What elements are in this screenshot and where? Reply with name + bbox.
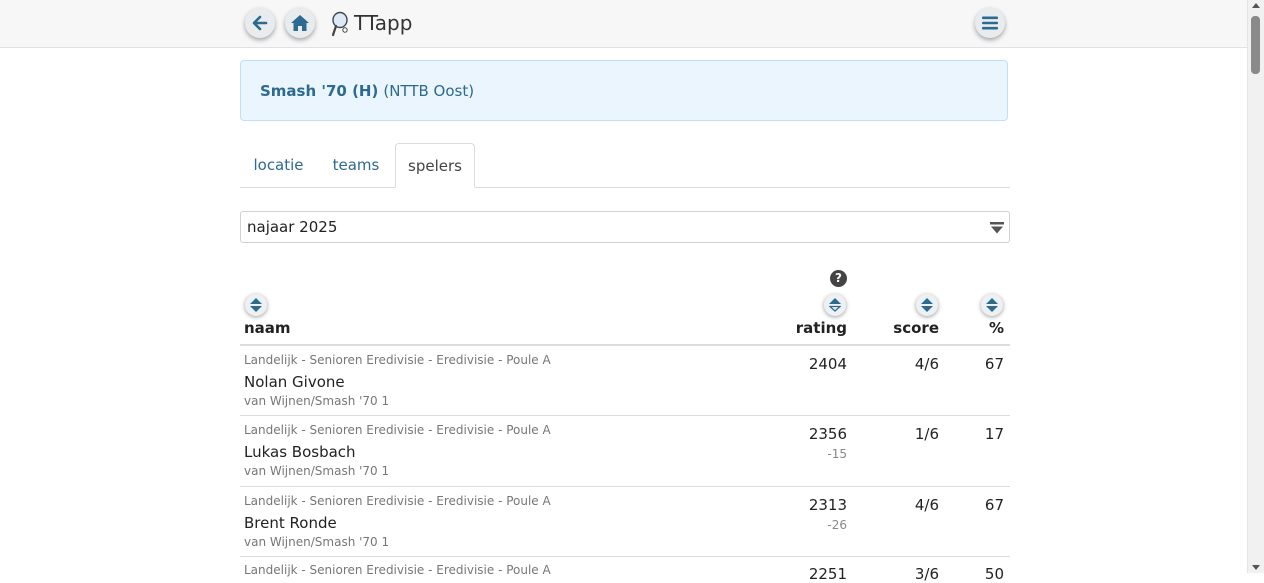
sort-desc-icon [829, 298, 841, 312]
row-rating: 2251 [808, 565, 847, 583]
sort-icon [921, 298, 933, 312]
row-competition: Landelijk - Senioren Eredivisie - Erediv… [244, 494, 551, 508]
club-region: (NTTB Oost) [383, 81, 475, 100]
row-rating: 2356 [808, 425, 847, 443]
row-team: van Wijnen/Smash '70 1 [244, 464, 390, 478]
table-row[interactable]: Landelijk - Senioren Eredivisie - Erediv… [240, 416, 1010, 487]
table-row[interactable]: Landelijk - Senioren Eredivisie - Erediv… [240, 557, 1010, 583]
paddle-logo-icon [331, 11, 348, 37]
header-naam: naam [244, 319, 291, 337]
dropdown-caret-icon [990, 222, 1004, 234]
header-pct: % [988, 319, 1004, 337]
scroll-down-icon[interactable] [1252, 565, 1260, 570]
scroll-up-icon[interactable] [1252, 3, 1260, 8]
table-row[interactable]: Landelijk - Senioren Eredivisie - Erediv… [240, 487, 1010, 557]
row-player-name[interactable]: Nolan Givone [244, 373, 345, 391]
rating-help-icon[interactable]: ? [830, 270, 847, 287]
season-select[interactable]: najaar 2025 [240, 211, 1010, 243]
sort-score-button[interactable] [916, 294, 938, 316]
row-rating: 2313 [808, 496, 847, 514]
row-rating-delta: -26 [827, 518, 847, 532]
sort-pct-button[interactable] [981, 294, 1003, 316]
season-selected-value: najaar 2025 [247, 218, 338, 236]
row-rating: 2404 [808, 355, 847, 373]
row-team: van Wijnen/Smash '70 1 [244, 535, 390, 549]
row-competition: Landelijk - Senioren Eredivisie - Erediv… [244, 423, 551, 437]
tab-teams[interactable]: teams [319, 143, 393, 187]
row-percentage: 50 [984, 565, 1004, 583]
row-percentage: 17 [984, 425, 1004, 443]
page-scrollbar[interactable] [1247, 0, 1264, 573]
back-button[interactable] [245, 8, 275, 38]
club-info-box: Smash '70 (H) (NTTB Oost) [240, 60, 1008, 121]
row-percentage: 67 [984, 496, 1004, 514]
sort-icon [986, 298, 998, 312]
scroll-thumb[interactable] [1251, 16, 1260, 74]
row-player-name[interactable]: Lukas Bosbach [244, 443, 356, 461]
tab-locatie[interactable]: locatie [240, 143, 317, 187]
hamburger-icon [982, 16, 998, 30]
home-icon [291, 15, 309, 31]
sort-icon [250, 298, 262, 312]
header-score: score [893, 319, 939, 337]
tab-bar: locatie teams spelers [240, 143, 1010, 188]
row-score: 1/6 [914, 425, 939, 443]
row-score: 4/6 [914, 496, 939, 514]
club-name: Smash '70 (H) [260, 81, 379, 100]
row-score: 3/6 [914, 565, 939, 583]
row-rating-delta: -15 [827, 447, 847, 461]
sort-naam-button[interactable] [245, 294, 267, 316]
home-button[interactable] [285, 8, 315, 38]
row-competition: Landelijk - Senioren Eredivisie - Erediv… [244, 353, 551, 367]
row-competition: Landelijk - Senioren Eredivisie - Erediv… [244, 563, 551, 577]
top-bar: TTapp [0, 0, 1248, 48]
row-percentage: 67 [984, 355, 1004, 373]
row-player-name[interactable]: Brent Ronde [244, 514, 337, 532]
arrow-left-icon [252, 15, 268, 31]
menu-button[interactable] [975, 8, 1005, 38]
row-score: 4/6 [914, 355, 939, 373]
row-team: van Wijnen/Smash '70 1 [244, 394, 390, 408]
tab-spelers[interactable]: spelers [395, 143, 475, 188]
app-title: TTapp [354, 11, 413, 35]
table-row[interactable]: Landelijk - Senioren Eredivisie - Erediv… [240, 346, 1010, 416]
sort-rating-button[interactable] [824, 294, 846, 316]
header-rating: rating [795, 319, 847, 337]
